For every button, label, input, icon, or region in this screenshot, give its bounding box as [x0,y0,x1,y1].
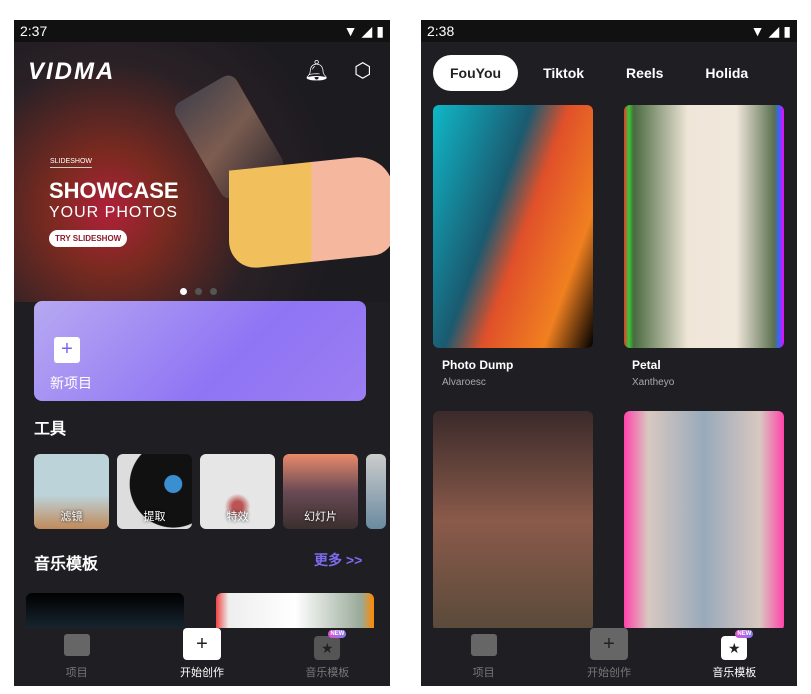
status-time: 2:38 [427,23,455,39]
tab-reels[interactable]: Reels [609,55,680,91]
template-card[interactable] [216,593,374,633]
film-icon [470,634,497,656]
card-title: Petal [632,358,661,372]
battery-icon: ▮ [783,22,791,39]
template-card[interactable] [26,593,184,633]
status-time: 2:37 [20,23,48,39]
template-card-petal[interactable] [624,105,784,348]
settings-icon[interactable]: ⬡ [354,58,371,83]
signal-icon: ◢ [361,22,373,39]
banner-subtitle: YOUR PHOTOS [49,204,178,221]
tool-label: 幻灯片 [304,511,337,523]
battery-icon: ▮ [376,22,384,39]
template-card[interactable] [624,411,784,631]
bottom-nav: 项目 + 开始创作 ★ NEW 音乐模板 [14,628,390,686]
banner-image [229,153,390,271]
star-template-icon: ★ NEW [314,630,347,660]
film-icon [63,634,90,656]
tools-list: 滤镜 提取 特效 幻灯片 [34,454,386,529]
template-card-photo-dump[interactable] [433,105,593,348]
tool-label: 特效 [226,511,249,523]
bell-icon[interactable]: 🔔︎ [304,58,329,83]
nav-create[interactable]: + 开始创作 [139,628,264,686]
tab-holiday[interactable]: Holida [688,55,765,91]
star-template-icon: ★ NEW [721,630,754,660]
status-bar: 2:37 ▼ ◢ ▮ [14,20,390,42]
new-project-label: 新项目 [50,375,92,391]
nav-label: 开始创作 [179,667,224,679]
nav-label: 项目 [65,667,88,679]
tab-tiktok[interactable]: Tiktok [526,55,601,91]
nav-label: 音乐模板 [712,667,757,679]
category-tabs: FouYou Tiktok Reels Holida [433,55,773,91]
tool-label: 提取 [143,511,166,523]
plus-icon: + [589,628,628,660]
banner-title: SHOWCASE [49,178,179,203]
status-bar: 2:38 ▼ ◢ ▮ [421,20,797,42]
new-project-button[interactable]: + 新项目 [34,301,366,401]
nav-label: 开始创作 [586,667,631,679]
banner-tag: SLIDESHOW [50,158,93,168]
nav-music-templates[interactable]: ★ NEW 音乐模板 [265,628,390,686]
card-author: Xantheyo [632,377,675,388]
templates-screen: 2:38 ▼ ◢ ▮ FouYou Tiktok Reels Holida Phot… [421,20,797,686]
new-badge: NEW [735,630,754,638]
dot[interactable] [195,288,202,295]
tab-fouyou[interactable]: FouYou [433,55,519,91]
nav-projects[interactable]: 项目 [421,628,546,686]
tool-effects[interactable]: 特效 [200,454,275,529]
home-screen: 2:37 ▼ ◢ ▮ VIDMA 🔔︎ ⬡ SLIDESHOW SHOWCASE Y… [14,20,390,686]
card-title: Photo Dump [442,358,514,372]
nav-music-templates[interactable]: ★ NEW 音乐模板 [672,628,797,686]
bottom-nav: 项目 + 开始创作 ★ NEW 音乐模板 [421,628,797,686]
dot[interactable] [210,288,217,295]
carousel-dots [180,288,217,295]
card-author: Alvaroesc [442,377,486,388]
more-link[interactable]: 更多 >> [314,550,362,570]
signal-icon: ◢ [768,22,780,39]
nav-label: 项目 [472,667,495,679]
nav-create[interactable]: + 开始创作 [546,628,671,686]
nav-projects[interactable]: 项目 [14,628,139,686]
plus-icon: + [54,337,80,363]
template-card[interactable] [433,411,593,631]
tool-filter[interactable]: 滤镜 [34,454,109,529]
try-slideshow-button[interactable]: TRY SLIDESHOW [49,230,128,247]
wifi-icon: ▼ [343,23,358,39]
tool-extract[interactable]: 提取 [117,454,192,529]
tool-more[interactable] [366,454,386,529]
tools-title: 工具 [34,421,67,438]
tool-label: 滤镜 [60,511,83,523]
dot[interactable] [180,288,187,295]
new-badge: NEW [328,630,347,638]
music-templates-title: 音乐模板 [34,556,99,573]
tool-slideshow[interactable]: 幻灯片 [283,454,358,529]
nav-label: 音乐模板 [305,667,350,679]
app-logo: VIDMA [28,58,116,85]
plus-icon: + [182,628,221,660]
wifi-icon: ▼ [750,23,765,39]
